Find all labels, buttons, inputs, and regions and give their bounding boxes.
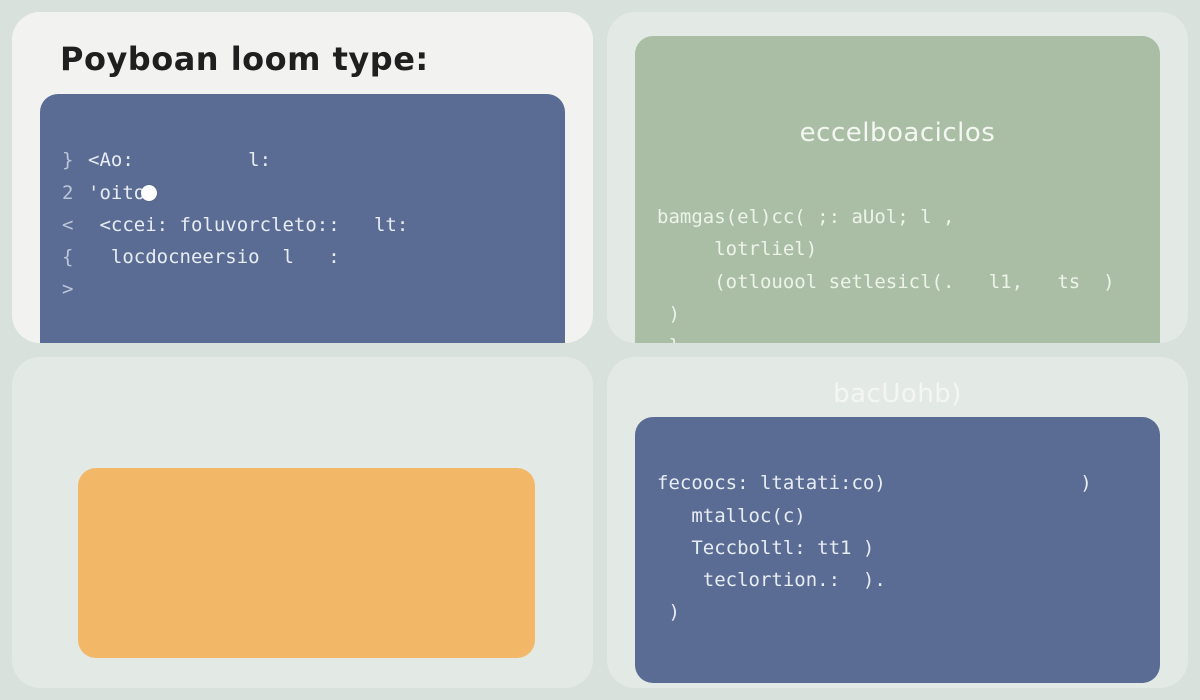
code-line: teclortion.: ).	[657, 569, 886, 591]
code-line: fecoocs: ltatati:co) )	[657, 472, 1092, 494]
line-gutter: >	[62, 273, 88, 305]
line-gutter: 2	[62, 177, 88, 209]
code-line: )	[657, 601, 680, 623]
code-line: locdocneersio l :	[88, 246, 340, 268]
code-line: <Ao: l:	[88, 149, 271, 171]
code-line: lotrliel)	[657, 238, 817, 260]
code-line: (otlouool setlesicl(. l1, ts )	[657, 271, 1115, 293]
code-line: bamgas(el)cc( ;: aUol; l ,	[657, 206, 954, 228]
panel-title-bottom-right: bacUohb)	[635, 379, 1160, 409]
code-line: <ccei: foluvorcleto:: lt:	[88, 214, 408, 236]
code-line: 'oito	[88, 182, 145, 204]
panel-title-top-right: eccelboaciclos	[657, 111, 1138, 155]
heading-top-left: Poyboan loom type:	[60, 40, 565, 78]
code-line: }	[657, 335, 680, 343]
panel-bottom-right: bacUohb) fecoocs: ltatati:co) ) mtalloc(…	[607, 357, 1188, 688]
code-line: mtalloc(c)	[657, 505, 806, 527]
line-gutter: <	[62, 209, 88, 241]
panel-bottom-left	[12, 357, 593, 688]
panel-top-right: eccelboaciclos bamgas(el)cc( ;: aUol; l …	[607, 12, 1188, 343]
line-gutter: {	[62, 241, 88, 273]
cursor-icon	[141, 185, 157, 201]
line-gutter: }	[62, 144, 88, 176]
codebox-top-left: }<Ao: l: 2'oito < <ccei: foluvorcleto:: …	[40, 94, 565, 343]
codebox-bottom-right: fecoocs: ltatati:co) ) mtalloc(c) Teccbo…	[635, 417, 1160, 683]
code-line: Teccboltl: tt1 )	[657, 537, 874, 559]
codebox-top-right: eccelboaciclos bamgas(el)cc( ;: aUol; l …	[635, 36, 1160, 343]
panel-top-left: Poyboan loom type: }<Ao: l: 2'oito < <cc…	[12, 12, 593, 343]
amber-placeholder	[78, 468, 535, 658]
code-line: )	[657, 303, 680, 325]
